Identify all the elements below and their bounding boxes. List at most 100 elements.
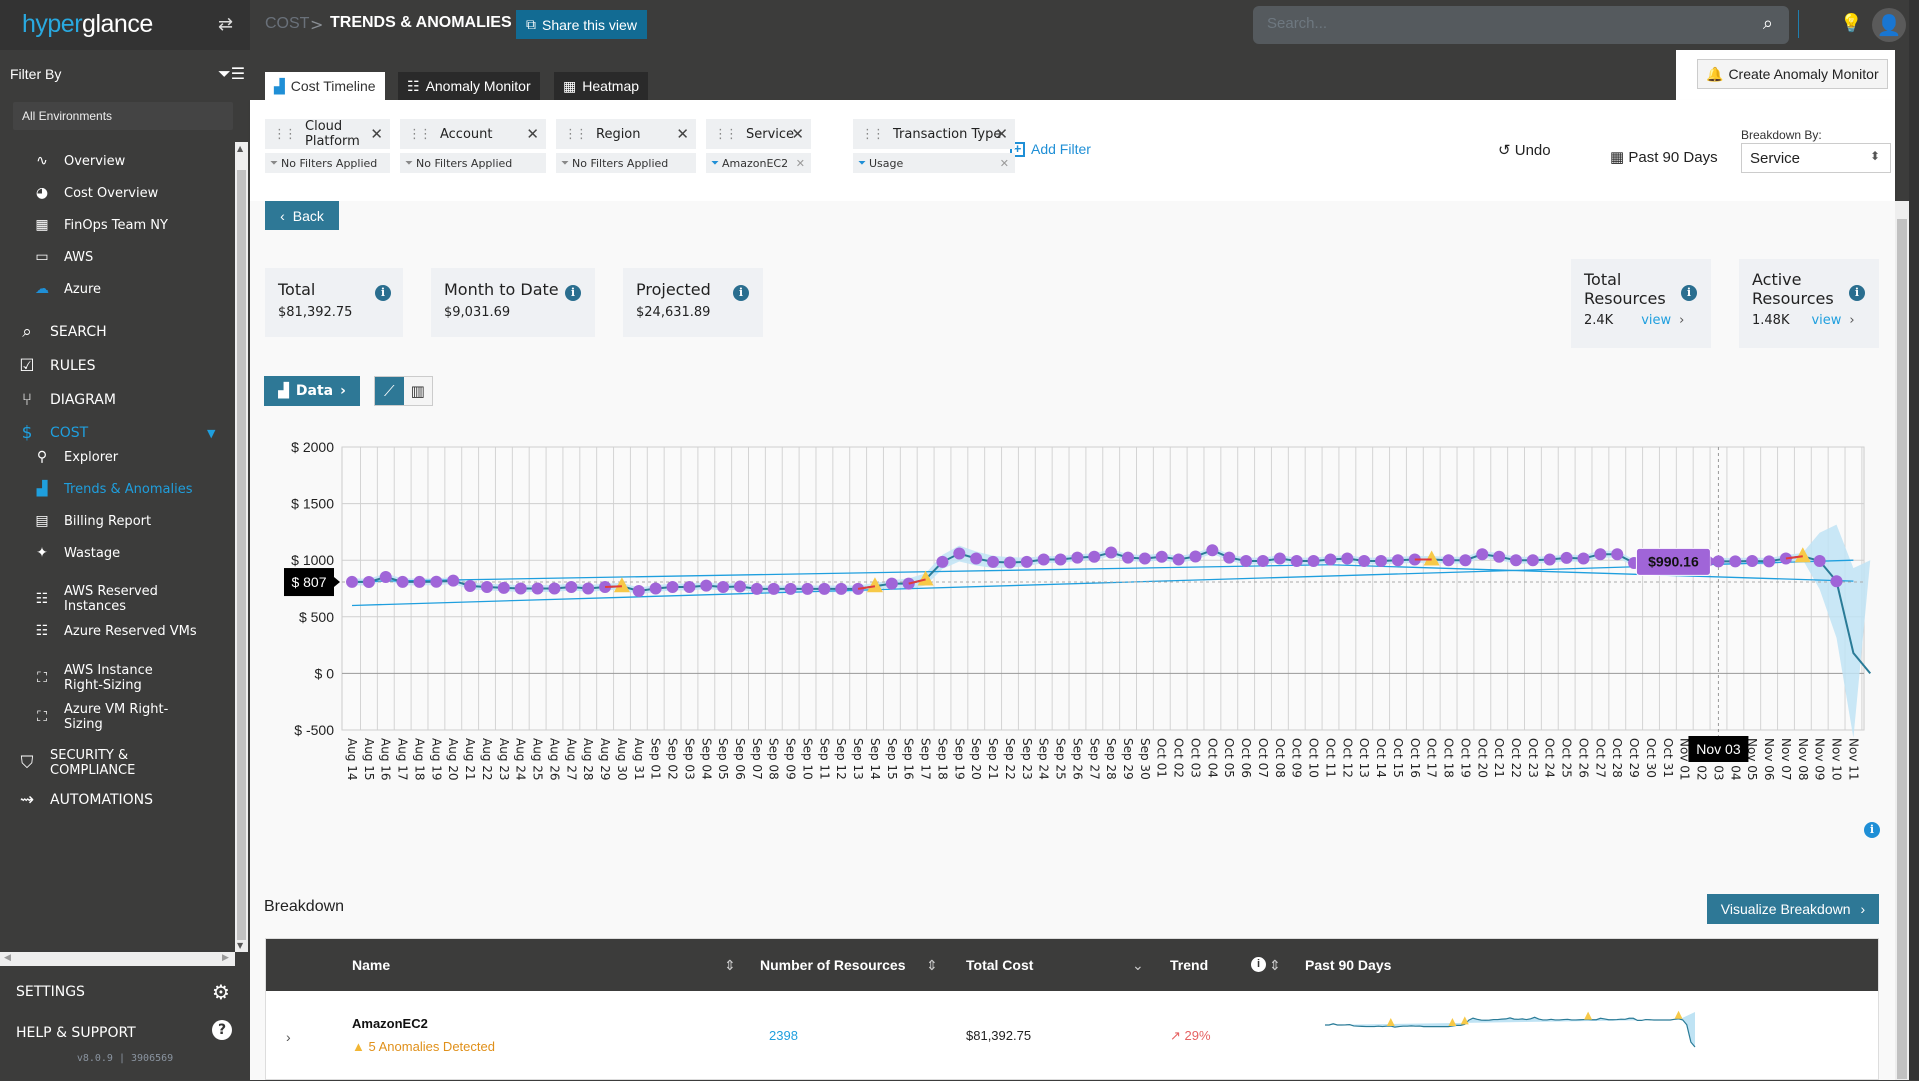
search-input[interactable] [1267,15,1727,32]
remove-filter-icon[interactable]: ✕ [676,125,689,143]
drag-handle-icon[interactable]: ⋮⋮ [861,127,885,142]
data-point[interactable] [346,575,358,588]
info-icon[interactable]: i [733,285,749,301]
filter-value[interactable]: ⏷ No Filters Applied [400,153,546,173]
data-point[interactable] [379,570,392,583]
col-trend[interactable]: Trend [1170,957,1208,973]
data-point[interactable] [801,582,814,595]
chevron-right-icon[interactable]: › [1679,313,1684,328]
data-point[interactable] [1240,554,1253,567]
data-point[interactable] [1256,554,1269,567]
data-point[interactable] [430,575,443,588]
help-icon[interactable]: ? [212,1020,232,1040]
bar-chart-toggle-icon[interactable]: ▥ [403,377,432,405]
tab-cost-timeline[interactable]: ▟ Cost Timeline [265,72,385,100]
data-point[interactable] [1493,550,1506,563]
data-point[interactable] [1729,555,1742,568]
data-point[interactable] [1746,554,1759,567]
data-point[interactable] [936,555,949,568]
data-point[interactable] [548,582,561,595]
sidebar-item-search[interactable]: ⌕ SEARCH [0,322,235,342]
sidebar-item-security-compliance[interactable]: ⛉ SECURITY & COMPLIANCE [0,748,235,778]
data-point[interactable] [1509,554,1522,567]
data-point[interactable] [413,575,426,588]
data-point[interactable] [480,581,493,594]
chevron-down-icon[interactable]: ▼ [207,427,215,440]
data-point[interactable] [1189,550,1202,563]
sidebar-scrollbar[interactable]: ▲ ▼ [235,142,248,952]
data-point[interactable] [396,575,409,588]
data-point[interactable] [970,552,983,565]
logo[interactable]: hyperglance ⇄ [0,0,250,50]
data-point[interactable] [464,580,477,593]
data-point[interactable] [987,555,1000,568]
sidebar-item-trends-anomalies[interactable]: ▟ Trends & Anomalies [0,481,235,497]
sidebar-item-overview[interactable]: ∿ Overview [0,153,235,169]
info-icon[interactable]: i [1251,957,1266,972]
data-point[interactable] [1206,544,1219,557]
chevron-right-icon[interactable]: › [1849,313,1854,328]
data-point[interactable] [1341,552,1354,565]
sidebar-item-aws[interactable]: ▭ AWS [0,249,235,265]
data-point[interactable] [565,581,578,594]
cost-timeline-chart[interactable]: $ 2000$ 1500$ 1000$ 500$ 0$ -500Aug 14 Au… [270,430,1880,790]
sidebar-item-billing-report[interactable]: ▤ Billing Report [0,513,235,529]
gear-icon[interactable]: ⚙ [212,980,230,1004]
data-point[interactable] [649,582,662,595]
data-point[interactable] [1088,550,1101,563]
data-point[interactable] [733,580,746,593]
data-point[interactable] [1560,551,1573,564]
expand-row-icon[interactable]: › [286,1029,291,1045]
data-point[interactable] [1459,554,1472,567]
data-point[interactable] [750,582,763,595]
col-total-cost[interactable]: Total Cost [966,957,1033,973]
filter-chip-cloud-platform[interactable]: ⋮⋮ Cloud Platform ✕ [265,119,390,149]
user-avatar[interactable]: 👤 [1872,8,1906,42]
info-icon[interactable]: i [565,285,581,301]
sidebar-item-azure-reserved-vms[interactable]: ☷ Azure Reserved VMs [0,623,235,639]
data-button[interactable]: ▟ Data › [264,376,360,406]
data-point[interactable] [767,582,780,595]
data-point[interactable] [1324,553,1337,566]
filter-value[interactable]: ⏷ Usage ✕ [853,153,1015,173]
filter-chip-transaction-type[interactable]: ⋮⋮ Transaction Type ✕ [853,119,1015,149]
sidebar-item-automations[interactable]: ⇝ AUTOMATIONS [0,790,235,810]
data-point[interactable] [1830,575,1843,588]
data-point[interactable] [818,582,831,595]
data-point[interactable] [1476,548,1489,561]
create-anomaly-monitor-button[interactable]: 🔔 Create Anomaly Monitor [1697,59,1888,89]
sidebar-item-cost[interactable]: $ COST ▼ [0,423,235,443]
data-point[interactable] [1543,553,1556,566]
visualize-breakdown-button[interactable]: Visualize Breakdown › [1707,894,1879,924]
filter-list-icon[interactable]: ⏷☰ [218,64,245,84]
data-point[interactable] [784,582,797,595]
data-point[interactable] [1003,556,1016,569]
data-point[interactable] [1442,554,1455,567]
data-point[interactable] [1391,554,1404,567]
col-resources[interactable]: Number of Resources [760,957,905,973]
undo-button[interactable]: ↺ Undo [1498,141,1551,159]
data-point[interactable] [1763,555,1776,568]
data-point[interactable] [497,581,510,594]
data-point[interactable] [1290,554,1303,567]
breadcrumb-cost[interactable]: COST [265,15,309,33]
data-point[interactable] [582,582,595,595]
data-point[interactable] [953,547,966,560]
filter-chip-account[interactable]: ⋮⋮ Account ✕ [400,119,546,149]
filter-chip-region[interactable]: ⋮⋮ Region ✕ [556,119,696,149]
data-point[interactable] [1611,548,1624,561]
data-point[interactable] [1105,546,1118,559]
data-point[interactable] [632,584,645,597]
sidebar-item-wastage[interactable]: ✦ Wastage [0,545,235,561]
lightbulb-icon[interactable]: 💡 [1840,13,1862,34]
data-point[interactable] [531,582,544,595]
remove-filter-icon[interactable]: ✕ [370,125,383,143]
data-point[interactable] [1037,553,1050,566]
sidebar-item-azure-vm-right-sizing[interactable]: ⛶ Azure VM Right-Sizing [0,702,235,732]
data-point[interactable] [700,579,713,592]
sidebar-item-aws-reserved-instances[interactable]: ☷ AWS Reserved Instances [0,584,235,614]
environment-selector[interactable]: All Environments [13,102,233,130]
view-total-resources-link[interactable]: view [1641,313,1671,328]
back-button[interactable]: ‹ Back [265,201,339,230]
remove-filter-icon[interactable]: ✕ [995,125,1008,143]
